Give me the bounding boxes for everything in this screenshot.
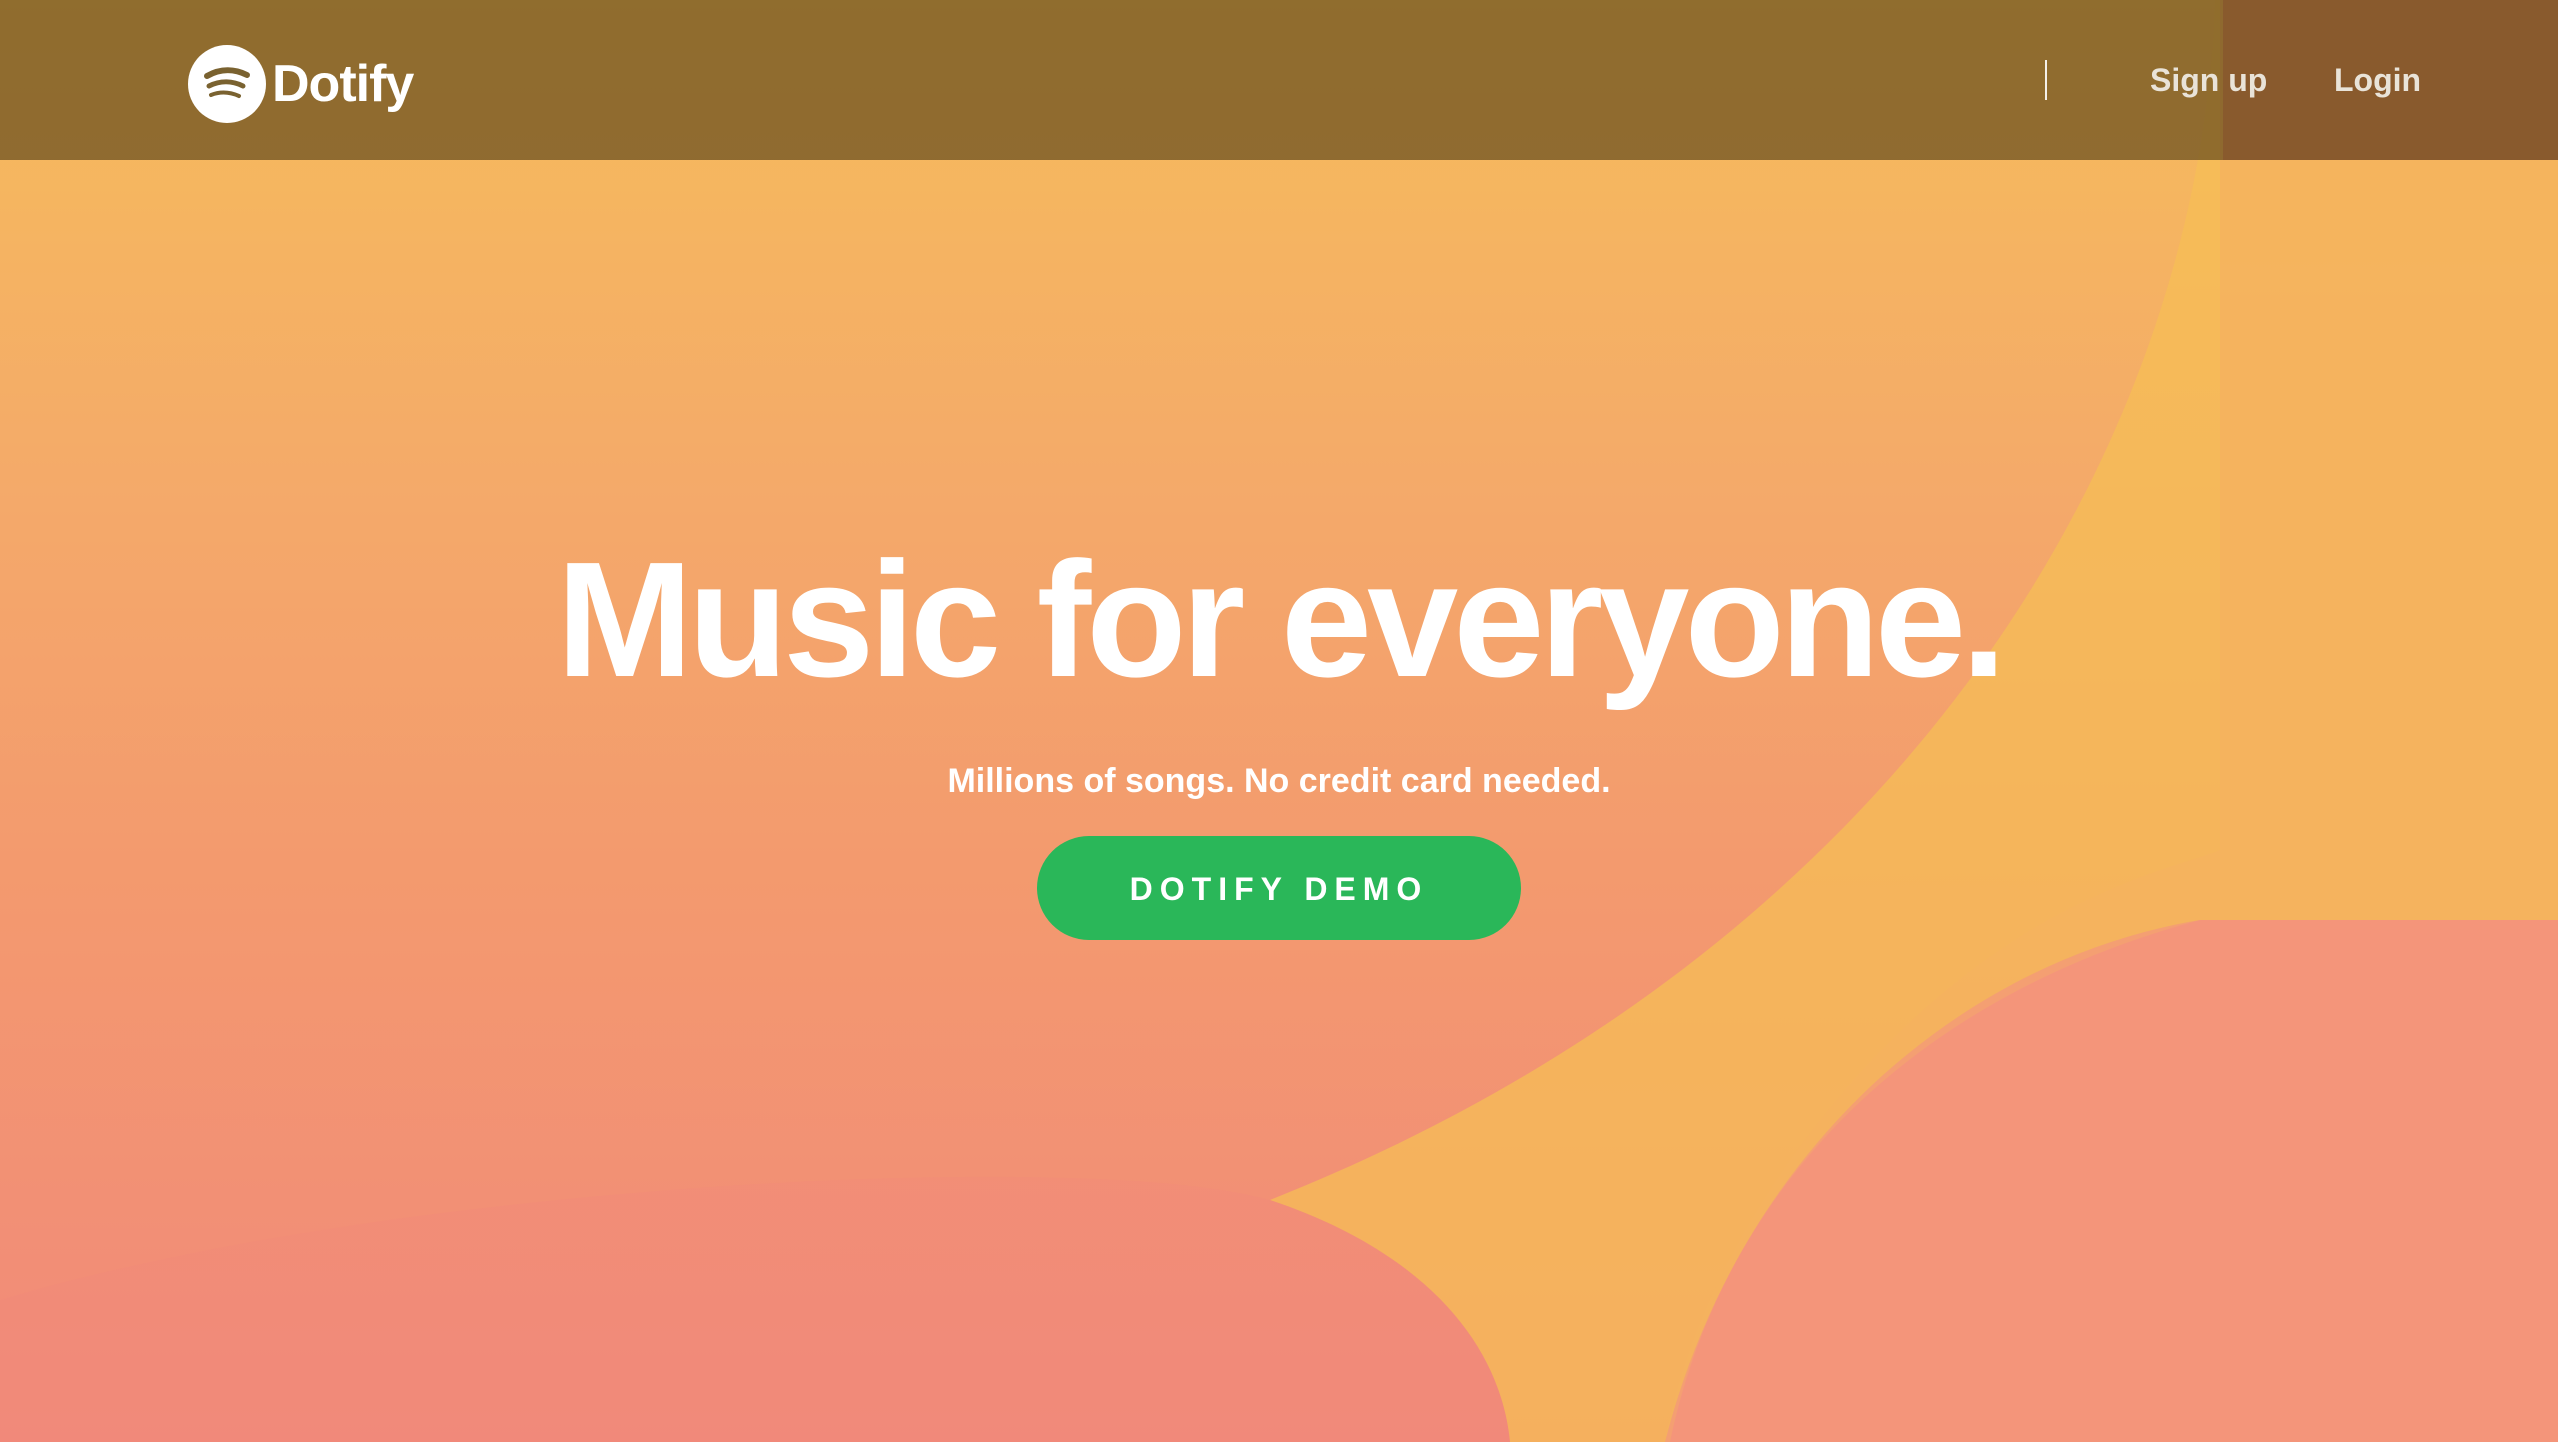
coral-lower-left-shape [0, 1176, 1510, 1442]
dotify-logo-icon [188, 45, 266, 123]
landing-page: Dotify Sign up Login Music for everyone.… [0, 0, 2558, 1442]
hero-section: Music for everyone. Millions of songs. N… [0, 520, 2558, 940]
top-navigation-bar: Dotify Sign up Login [0, 0, 2558, 160]
hero-headline: Music for everyone. [556, 528, 2006, 711]
nav-divider [2045, 60, 2047, 100]
signup-link[interactable]: Sign up [2150, 56, 2267, 104]
brand-logo[interactable]: Dotify [188, 44, 414, 124]
login-link[interactable]: Login [2334, 56, 2421, 104]
hero-subline: Millions of songs. No credit card needed… [947, 762, 1611, 800]
dotify-demo-button[interactable]: DOTIFY DEMO [1037, 836, 1521, 940]
brand-name: Dotify [272, 55, 414, 113]
